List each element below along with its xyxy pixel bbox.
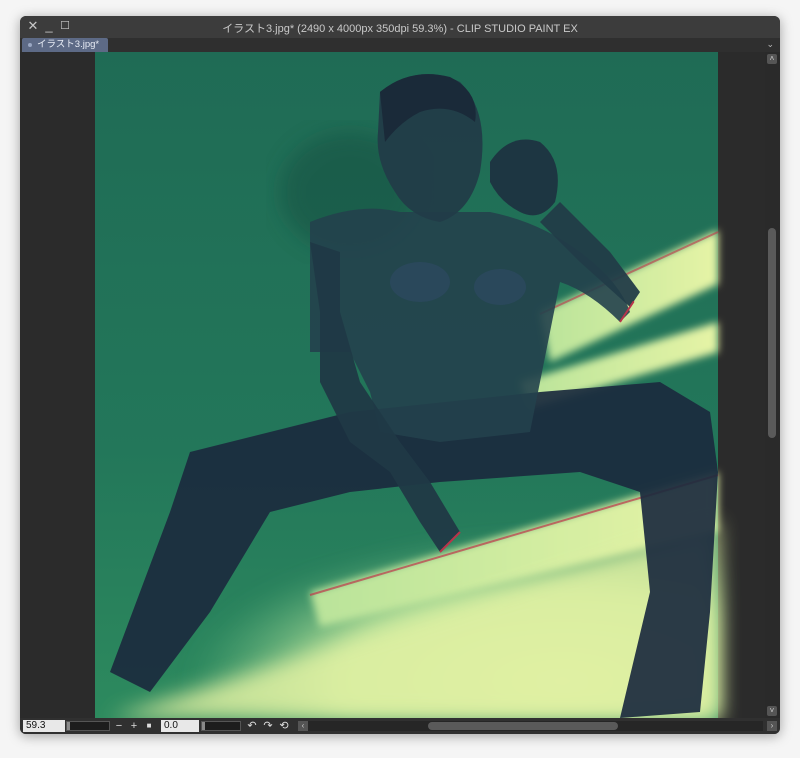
rotation-input[interactable]: 0.0 — [161, 720, 199, 732]
scroll-down-button[interactable]: ˅ — [767, 706, 777, 716]
rotation-slider[interactable] — [201, 721, 241, 731]
title-bar: ✕ _ ☐ イラスト3.jpg* (2490 x 4000px 350dpi 5… — [20, 16, 780, 38]
canvas-viewport[interactable] — [20, 52, 765, 718]
zoom-out-button[interactable]: − — [113, 720, 125, 732]
fit-to-window-button[interactable]: ■ — [143, 720, 155, 732]
zoom-slider-handle[interactable] — [67, 722, 70, 730]
tab-label: イラスト3.jpg* — [37, 39, 100, 50]
app-window: ✕ _ ☐ イラスト3.jpg* (2490 x 4000px 350dpi 5… — [20, 16, 780, 734]
reset-rotation-icon[interactable]: ⟲ — [278, 720, 290, 732]
rotate-right-icon[interactable]: ↷ — [262, 720, 274, 732]
zoom-in-button[interactable]: + — [128, 720, 140, 732]
status-bar: 59.3 − + ■ 0.0 ↶ ↷ ⟲ ‹ › — [20, 718, 780, 734]
scroll-left-button[interactable]: ‹ — [298, 721, 308, 731]
rotate-left-icon[interactable]: ↶ — [246, 720, 258, 732]
scroll-right-button[interactable]: › — [767, 721, 777, 731]
tab-menu-chevron-icon[interactable]: ⌄ — [766, 39, 774, 50]
zoom-slider[interactable] — [66, 721, 110, 731]
horizontal-scrollbar[interactable]: ‹ › — [298, 721, 777, 731]
window-title: イラスト3.jpg* (2490 x 4000px 350dpi 59.3%) … — [222, 23, 578, 35]
scroll-up-button[interactable]: ˄ — [767, 54, 777, 64]
artwork-image — [95, 52, 719, 718]
tab-modified-dot-icon — [28, 43, 32, 47]
rotation-slider-handle[interactable] — [202, 722, 205, 730]
zoom-input[interactable]: 59.3 — [23, 720, 65, 732]
artwork-canvas[interactable] — [20, 52, 765, 718]
vertical-scroll-thumb[interactable] — [768, 228, 776, 438]
vertical-scrollbar[interactable]: ˄ ˅ — [765, 52, 780, 718]
horizontal-scroll-thumb[interactable] — [428, 722, 618, 730]
document-tab-bar: イラスト3.jpg* ⌄ — [20, 38, 780, 52]
tab-document[interactable]: イラスト3.jpg* — [22, 38, 108, 52]
